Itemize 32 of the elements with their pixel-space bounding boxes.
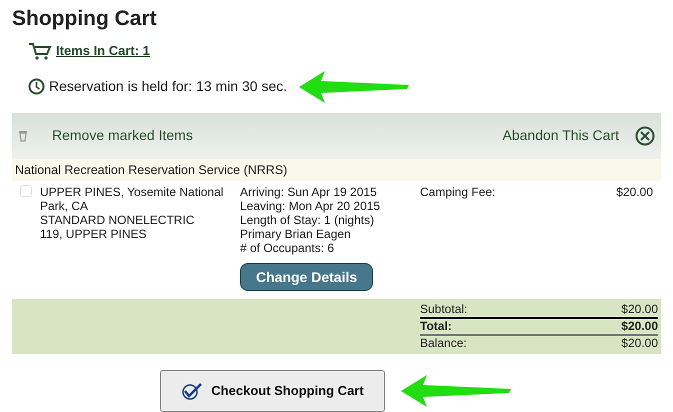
total-label: Balance: — [420, 337, 467, 350]
page-title: Shopping Cart — [12, 6, 158, 32]
site-text: 119, UPPER PINES — [40, 227, 148, 242]
trash-icon — [18, 129, 28, 142]
total-label: Total: — [420, 320, 452, 334]
total-amount: $20.00 — [621, 303, 658, 316]
checkmark-icon — [181, 382, 204, 400]
fee-amount: $20.00 — [616, 185, 653, 200]
detail-text: Primary Brian Eagen — [240, 227, 352, 242]
site-text: STANDARD NONELECTRIC — [40, 213, 196, 228]
site-text: UPPER PINES, Yosemite National Park, CA — [40, 185, 224, 214]
detail-text: Length of Stay: 1 (nights) — [240, 213, 376, 228]
item-checkbox[interactable] — [20, 185, 32, 198]
total-label: Subtotal: — [420, 303, 468, 316]
detail-text: Arriving: Sun Apr 19 2015 — [240, 185, 378, 200]
total-amount: $20.00 — [621, 337, 658, 350]
remove-marked-items-link[interactable]: Remove marked Items — [52, 125, 193, 146]
reservation-timer: Reservation is held for: 13 min 30 sec. — [49, 77, 288, 96]
fee-label: Camping Fee: — [420, 185, 496, 200]
detail-text: Leaving: Mon Apr 20 2015 — [240, 199, 382, 214]
abandon-cart-link[interactable]: Abandon This Cart — [502, 125, 619, 146]
pointer-arrow-icon — [299, 68, 412, 105]
total-amount: $20.00 — [621, 320, 658, 334]
detail-text: # of Occupants: 6 — [240, 241, 336, 256]
pointer-arrow-icon — [400, 373, 513, 410]
clock-icon — [28, 78, 45, 96]
agency-name: National Recreation Reservation Service (NRRS) — [12, 158, 661, 182]
items-in-cart-link[interactable]: Items In Cart: 1 — [56, 41, 150, 61]
change-details-button[interactable]: Change Details — [240, 263, 374, 292]
close-icon[interactable] — [635, 126, 655, 146]
checkout-button[interactable]: Checkout Shopping Cart — [160, 370, 385, 412]
cart-icon — [28, 42, 52, 60]
